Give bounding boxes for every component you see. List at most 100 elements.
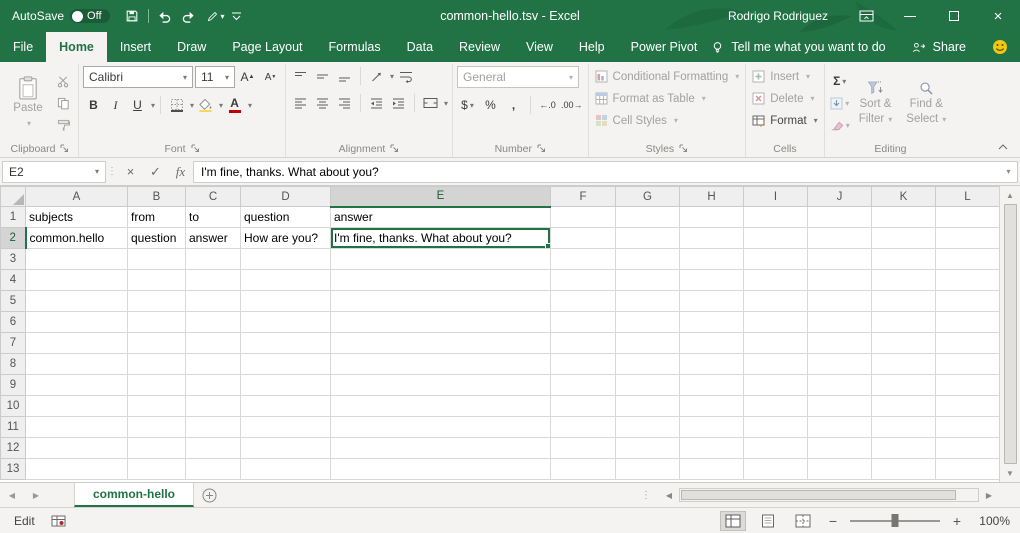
- align-center-button[interactable]: [312, 93, 333, 113]
- cell-D1[interactable]: question: [241, 207, 331, 228]
- merge-center-button[interactable]: [420, 93, 441, 113]
- column-header-C[interactable]: C: [186, 187, 241, 207]
- tab-review[interactable]: Review: [446, 32, 513, 62]
- cell-L11[interactable]: [936, 417, 1000, 438]
- cell-F2[interactable]: [551, 228, 616, 249]
- cell-D9[interactable]: [241, 375, 331, 396]
- font-dialog-launcher-icon[interactable]: [191, 144, 200, 153]
- cell-G11[interactable]: [616, 417, 680, 438]
- cell-J12[interactable]: [808, 438, 872, 459]
- tab-power-pivot[interactable]: Power Pivot: [618, 32, 711, 62]
- cell-I12[interactable]: [744, 438, 808, 459]
- clipboard-dialog-launcher-icon[interactable]: [60, 144, 69, 153]
- cell-A7[interactable]: [26, 333, 128, 354]
- page-layout-view-button[interactable]: [755, 511, 781, 531]
- align-right-button[interactable]: [334, 93, 355, 113]
- cell-G8[interactable]: [616, 354, 680, 375]
- cut-button[interactable]: [53, 71, 74, 91]
- cell-K8[interactable]: [872, 354, 936, 375]
- font-size-select[interactable]: 11▾: [195, 66, 235, 88]
- cell-D3[interactable]: [241, 249, 331, 270]
- delete-cells-button[interactable]: Delete▾: [750, 88, 816, 109]
- cell-J2[interactable]: [808, 228, 872, 249]
- percent-style-button[interactable]: %: [480, 95, 501, 115]
- cell-G1[interactable]: [616, 207, 680, 228]
- cell-B12[interactable]: [128, 438, 186, 459]
- column-header-J[interactable]: J: [808, 187, 872, 207]
- cell-K5[interactable]: [872, 291, 936, 312]
- cell-D10[interactable]: [241, 396, 331, 417]
- insert-function-button[interactable]: fx: [168, 161, 193, 183]
- share-button[interactable]: Share: [912, 40, 966, 54]
- cell-F4[interactable]: [551, 270, 616, 291]
- cell-A13[interactable]: [26, 459, 128, 480]
- zoom-slider[interactable]: [850, 513, 940, 529]
- close-button[interactable]: ×: [976, 0, 1020, 32]
- cell-B11[interactable]: [128, 417, 186, 438]
- column-header-F[interactable]: F: [551, 187, 616, 207]
- cell-G13[interactable]: [616, 459, 680, 480]
- cell-B9[interactable]: [128, 375, 186, 396]
- column-header-B[interactable]: B: [128, 187, 186, 207]
- cell-F5[interactable]: [551, 291, 616, 312]
- cell-E6[interactable]: [331, 312, 551, 333]
- fill-color-button[interactable]: [195, 95, 216, 115]
- cell-J1[interactable]: [808, 207, 872, 228]
- decrease-decimal-button[interactable]: .00→: [560, 95, 584, 115]
- copy-button[interactable]: [53, 93, 74, 113]
- cell-F6[interactable]: [551, 312, 616, 333]
- alignment-dialog-launcher-icon[interactable]: [390, 144, 399, 153]
- italic-button[interactable]: I: [105, 95, 126, 115]
- cell-I6[interactable]: [744, 312, 808, 333]
- hscroll-left-icon[interactable]: ◀: [660, 491, 678, 500]
- cell-L5[interactable]: [936, 291, 1000, 312]
- fill-handle[interactable]: [545, 243, 550, 248]
- cell-D5[interactable]: [241, 291, 331, 312]
- clear-button[interactable]: ▾: [829, 115, 851, 135]
- sort-filter-button[interactable]: Sort & Filter▾: [853, 77, 899, 129]
- cell-D4[interactable]: [241, 270, 331, 291]
- cell-C6[interactable]: [186, 312, 241, 333]
- cell-I8[interactable]: [744, 354, 808, 375]
- cell-C13[interactable]: [186, 459, 241, 480]
- cell-K4[interactable]: [872, 270, 936, 291]
- cell-I1[interactable]: [744, 207, 808, 228]
- new-sheet-button[interactable]: [194, 483, 224, 507]
- feedback-smiley-button[interactable]: [992, 39, 1008, 55]
- name-box[interactable]: E2 ▾: [2, 161, 106, 183]
- cell-E10[interactable]: [331, 396, 551, 417]
- cell-K12[interactable]: [872, 438, 936, 459]
- accounting-format-button[interactable]: $▾: [457, 95, 478, 115]
- cell-G9[interactable]: [616, 375, 680, 396]
- page-break-preview-button[interactable]: [790, 511, 816, 531]
- cell-B2[interactable]: question: [128, 228, 186, 249]
- row-header-3[interactable]: 3: [1, 249, 26, 270]
- cell-A4[interactable]: [26, 270, 128, 291]
- cell-J5[interactable]: [808, 291, 872, 312]
- cell-E4[interactable]: [331, 270, 551, 291]
- cell-D12[interactable]: [241, 438, 331, 459]
- cell-F11[interactable]: [551, 417, 616, 438]
- cell-H8[interactable]: [680, 354, 744, 375]
- row-header-12[interactable]: 12: [1, 438, 26, 459]
- cell-B7[interactable]: [128, 333, 186, 354]
- cell-A2[interactable]: common.hello: [26, 228, 128, 249]
- styles-dialog-launcher-icon[interactable]: [679, 144, 688, 153]
- cell-B1[interactable]: from: [128, 207, 186, 228]
- cell-B6[interactable]: [128, 312, 186, 333]
- cell-B5[interactable]: [128, 291, 186, 312]
- cell-D11[interactable]: [241, 417, 331, 438]
- cell-I10[interactable]: [744, 396, 808, 417]
- cell-H11[interactable]: [680, 417, 744, 438]
- vertical-scrollbar[interactable]: ▲ ▼: [999, 186, 1020, 482]
- cell-J9[interactable]: [808, 375, 872, 396]
- cell-E7[interactable]: [331, 333, 551, 354]
- cell-K10[interactable]: [872, 396, 936, 417]
- sheet-tab-common-hello[interactable]: common-hello: [74, 483, 194, 507]
- scroll-down-icon[interactable]: ▼: [1006, 467, 1014, 479]
- maximize-button[interactable]: [932, 0, 976, 32]
- cell-E11[interactable]: [331, 417, 551, 438]
- select-all-button[interactable]: [1, 187, 26, 207]
- cell-H4[interactable]: [680, 270, 744, 291]
- cell-J4[interactable]: [808, 270, 872, 291]
